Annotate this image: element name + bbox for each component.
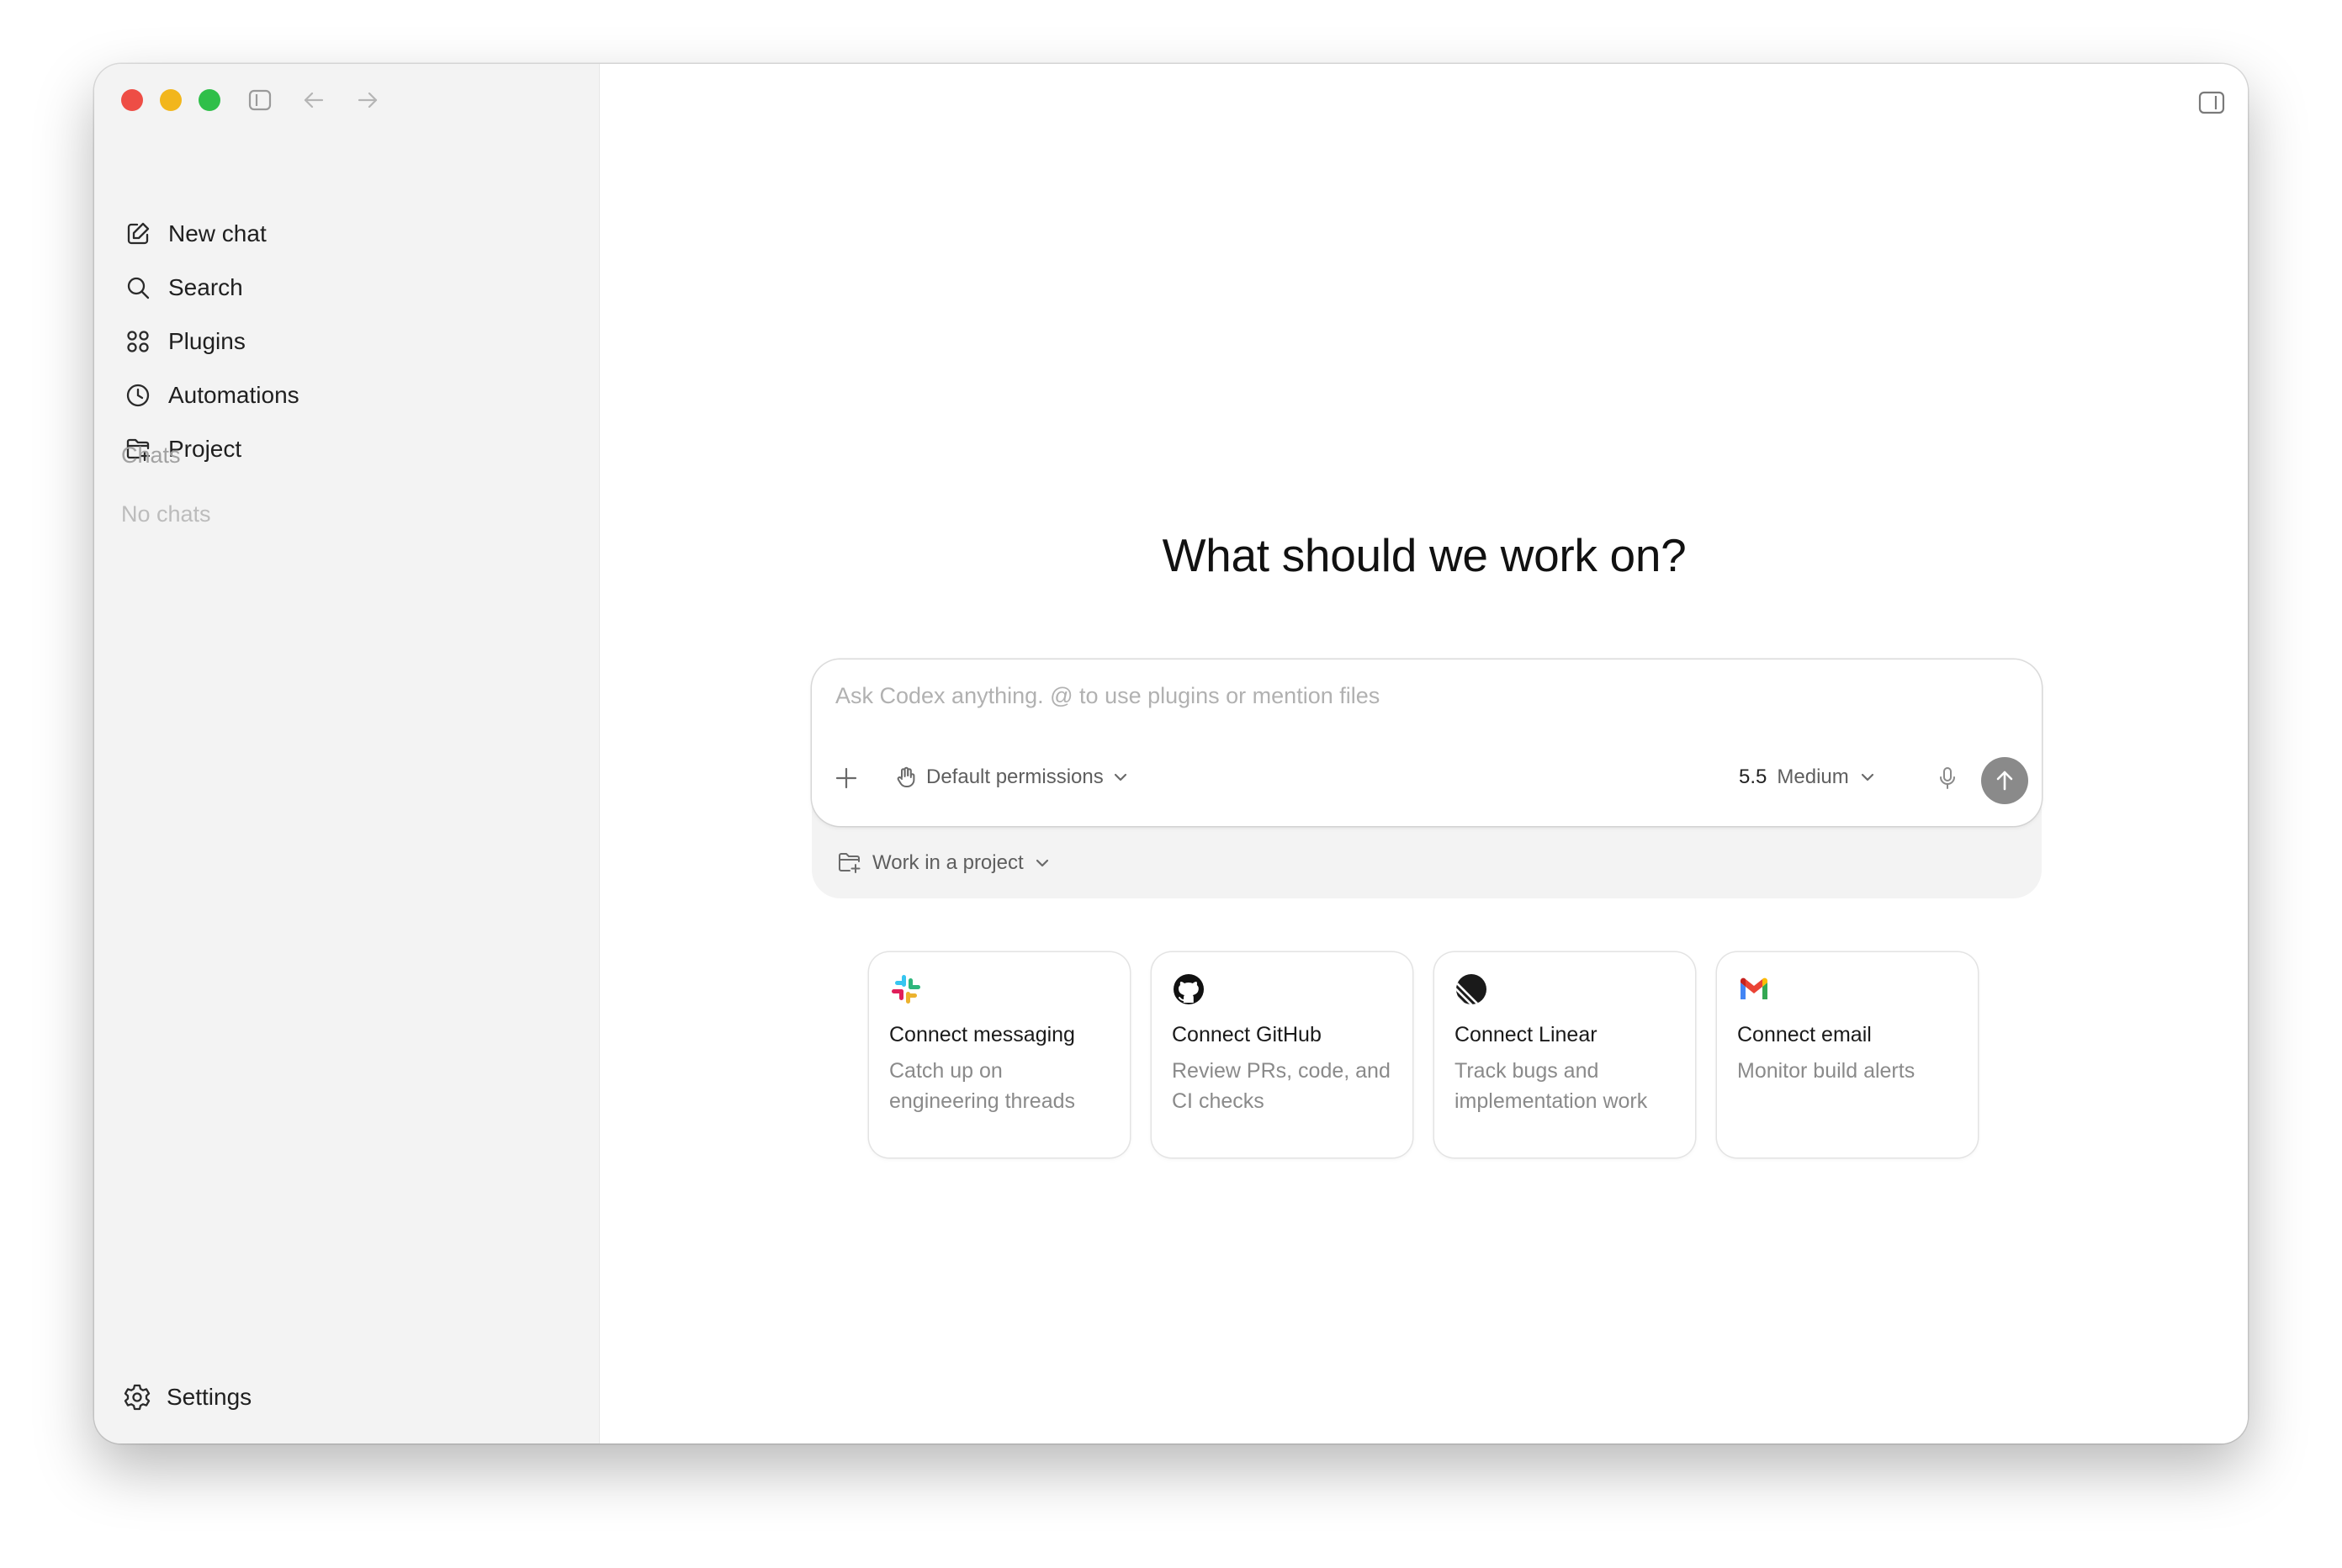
search-icon <box>127 277 150 299</box>
add-attachment-button[interactable] <box>834 765 859 791</box>
sidebar-toggle-icon[interactable] <box>247 87 273 113</box>
chevron-down-icon <box>1114 773 1126 781</box>
sidebar-item-label: Search <box>168 274 243 300</box>
card-title: Connect Linear <box>1454 1023 1598 1046</box>
composer-container: Default permissions 5.5 Medium Work in a… <box>812 660 2042 898</box>
chevron-down-icon <box>1036 859 1048 867</box>
permissions-dropdown[interactable]: Default permissions <box>894 765 1129 789</box>
close-window-button[interactable] <box>121 89 143 111</box>
microphone-button[interactable] <box>1933 764 1962 792</box>
chats-section-label: Chats <box>121 442 181 468</box>
main-area: What should we work on? Default permissi… <box>599 64 2248 1444</box>
card-description: Catch up on engineering threads <box>889 1059 1075 1113</box>
card-title: Connect email <box>1737 1023 1872 1046</box>
minimize-window-button[interactable] <box>160 89 182 111</box>
hand-icon <box>897 766 915 788</box>
sidebar-nav: New chat Search Plugins Automations Proj… <box>119 207 582 476</box>
linear-icon <box>1456 974 1486 1004</box>
window-controls <box>121 89 220 111</box>
sidebar-item-label: New chat <box>168 220 267 246</box>
card-description: Monitor build alerts <box>1737 1059 1915 1083</box>
permissions-label: Default permissions <box>926 765 1104 788</box>
forward-arrow-icon[interactable] <box>355 87 380 113</box>
sidebar-item-label: Plugins <box>168 328 246 354</box>
card-description: Review PRs, code, and CI checks <box>1172 1059 1391 1113</box>
composer: Default permissions 5.5 Medium <box>812 660 2042 826</box>
app-window: New chat Search Plugins Automations Proj… <box>94 64 2248 1444</box>
microphone-icon <box>1940 767 1955 789</box>
sidebar-item-project[interactable]: Project <box>119 422 582 476</box>
settings-label: Settings <box>167 1384 252 1410</box>
send-button[interactable] <box>1981 757 2028 804</box>
model-effort: Medium <box>1777 765 1849 788</box>
card-title: Connect messaging <box>889 1023 1075 1046</box>
settings-button[interactable]: Settings <box>123 1383 252 1412</box>
arrow-up-icon <box>1996 771 2013 791</box>
slack-icon <box>892 975 920 1004</box>
connector-cards: Connect messaging Catch up on engineerin… <box>869 952 1978 1157</box>
back-arrow-icon[interactable] <box>301 87 326 113</box>
sidebar-item-label: Automations <box>168 382 299 408</box>
connect-email-card[interactable]: Connect email Monitor build alerts <box>1717 952 1978 1157</box>
gmail-icon <box>1741 977 1767 999</box>
model-selector[interactable]: 5.5 Medium <box>1739 765 1876 789</box>
page-heading: What should we work on? <box>1162 529 1687 581</box>
maximize-window-button[interactable] <box>199 89 220 111</box>
prompt-input[interactable] <box>834 678 1847 713</box>
plugins-icon <box>127 331 149 352</box>
sidebar-item-search[interactable]: Search <box>119 261 582 315</box>
folder-add-icon <box>839 853 861 873</box>
work-in-project-dropdown[interactable]: Work in a project <box>837 851 1051 875</box>
panel-toggle-icon[interactable] <box>2198 91 2225 114</box>
chevron-down-icon <box>1861 773 1873 781</box>
connect-linear-card[interactable]: Connect Linear Track bugs and implementa… <box>1434 952 1695 1157</box>
sidebar-item-automations[interactable]: Automations <box>119 368 582 422</box>
connect-github-card[interactable]: Connect GitHub Review PRs, code, and CI … <box>1152 952 1412 1157</box>
no-chats-label: No chats <box>121 501 211 527</box>
clock-icon <box>126 384 150 407</box>
sidebar-item-new-chat[interactable]: New chat <box>119 207 582 261</box>
connect-messaging-card[interactable]: Connect messaging Catch up on engineerin… <box>869 952 1130 1157</box>
gear-icon <box>124 1384 151 1411</box>
github-icon <box>1174 974 1204 1004</box>
card-title: Connect GitHub <box>1172 1023 1322 1046</box>
sidebar: New chat Search Plugins Automations Proj… <box>94 64 599 1444</box>
project-label: Work in a project <box>872 851 1024 874</box>
card-description: Track bugs and implementation work <box>1454 1059 1648 1113</box>
sidebar-item-plugins[interactable]: Plugins <box>119 315 582 368</box>
plus-icon <box>835 767 857 789</box>
compose-icon <box>127 222 150 245</box>
model-version: 5.5 <box>1739 765 1767 788</box>
